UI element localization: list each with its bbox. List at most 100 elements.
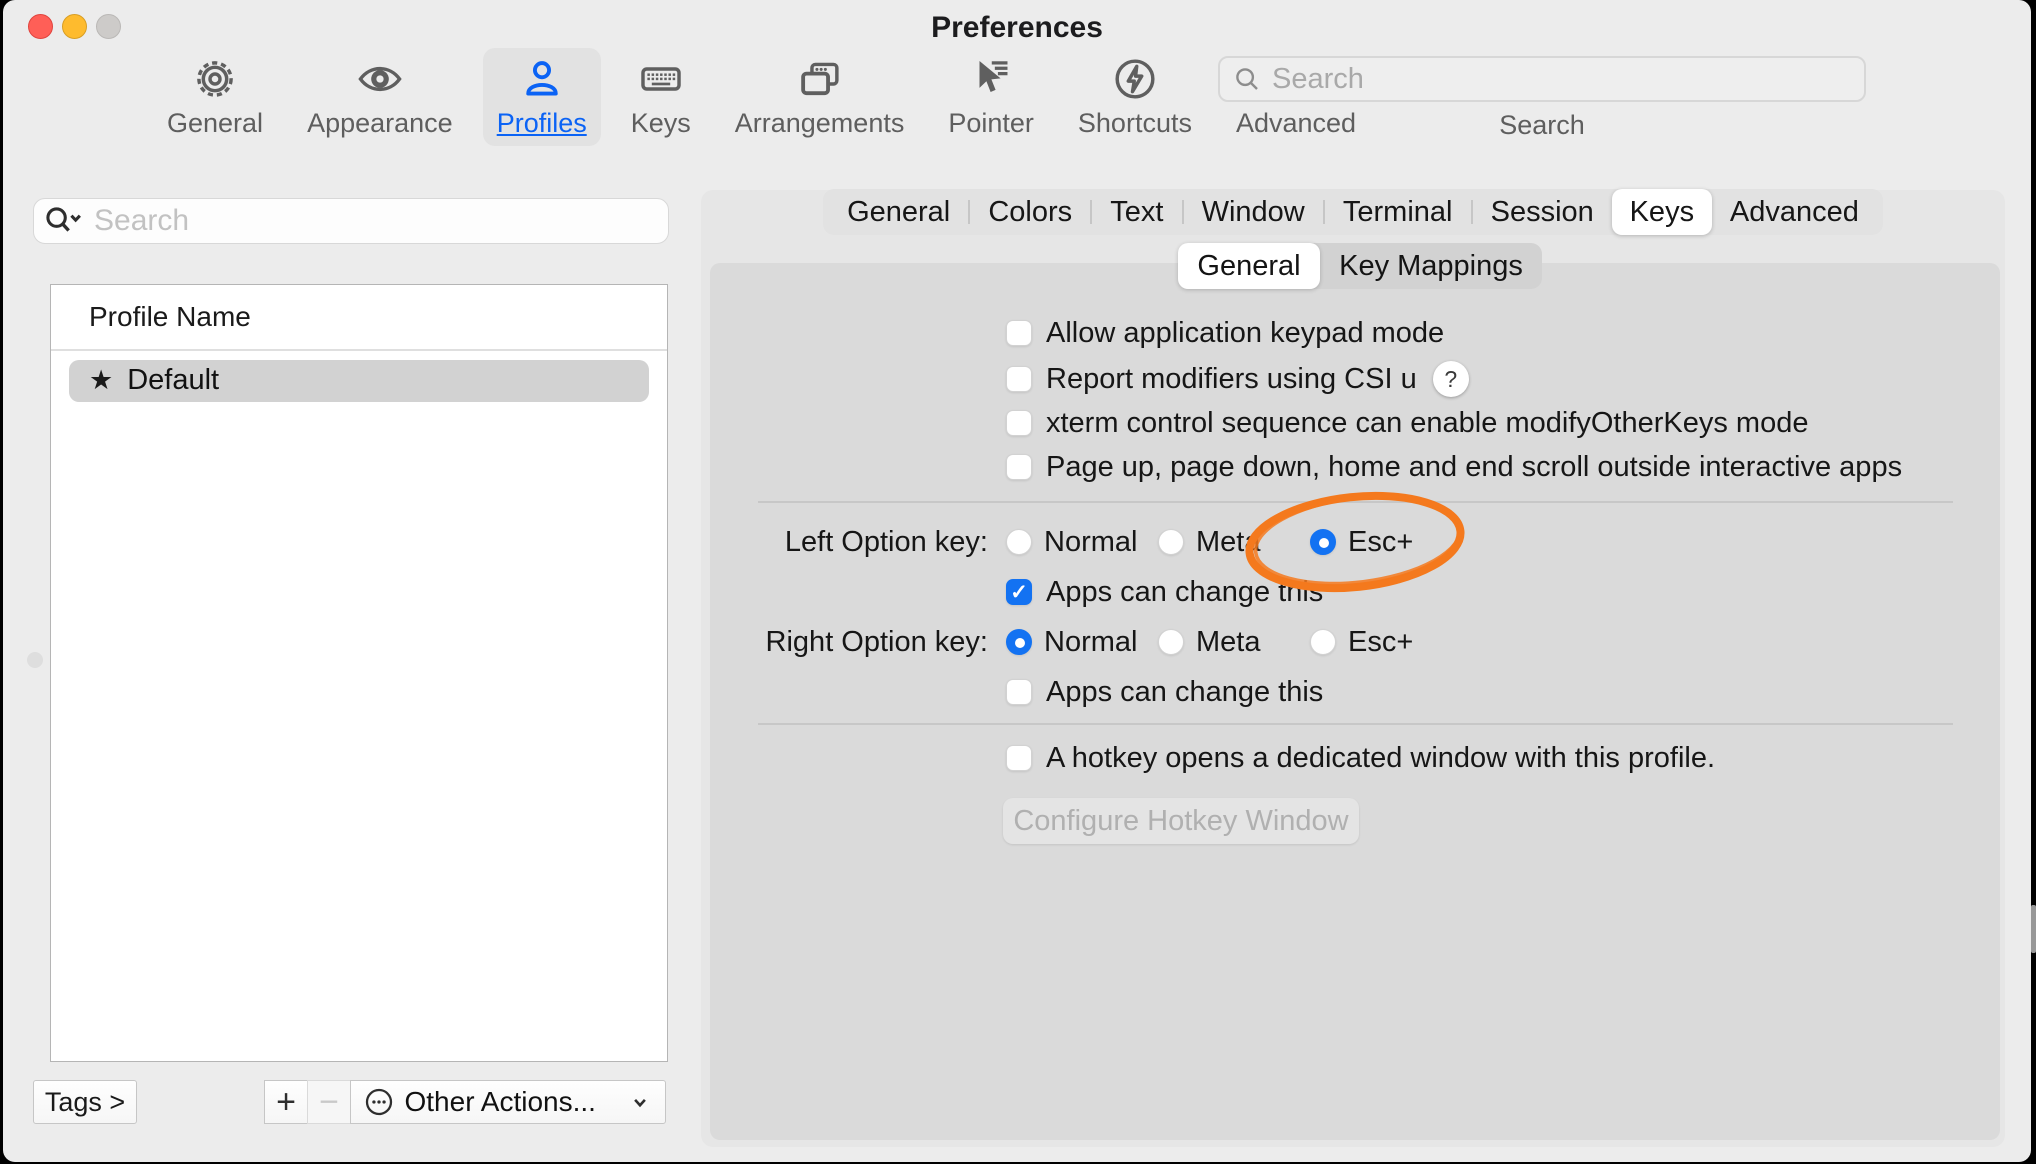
- chevron-down-icon: [627, 1089, 653, 1115]
- plus-icon: +: [276, 1083, 296, 1122]
- window-split-handle[interactable]: [27, 652, 43, 668]
- minus-icon: −: [319, 1083, 339, 1122]
- checkbox-label: Report modifiers using CSI u: [1046, 363, 1417, 396]
- profile-row-default[interactable]: ★ Default: [69, 360, 649, 402]
- remove-profile-button[interactable]: −: [307, 1080, 351, 1124]
- left-option-apps-change-checkbox[interactable]: [1006, 579, 1032, 605]
- checkbox-label: A hotkey opens a dedicated window with t…: [1046, 742, 1715, 775]
- checkbox-label: Page up, page down, home and end scroll …: [1046, 451, 1902, 484]
- right-option-esc-radio[interactable]: [1310, 629, 1336, 655]
- configure-hotkey-label: Configure Hotkey Window: [1013, 805, 1348, 838]
- windows-icon: [797, 56, 843, 102]
- search-scope-icon: [44, 204, 86, 238]
- toolbar-item-profiles[interactable]: Profiles: [483, 48, 601, 146]
- right-option-normal-radio[interactable]: [1006, 629, 1032, 655]
- checkbox-row: Page up, page down, home and end scroll …: [1006, 445, 1902, 489]
- preferences-toolbar: General Appearance Profiles: [153, 48, 1370, 146]
- checkbox-row: Apps can change this: [1006, 670, 1323, 714]
- ellipsis-circle-icon: [363, 1086, 395, 1118]
- right-option-radio-group: Normal Meta Esc+: [1006, 620, 1413, 664]
- profile-actions-cluster: + − Other Actions...: [265, 1080, 666, 1124]
- toolbar-item-appearance[interactable]: Appearance: [293, 48, 467, 146]
- checkbox-label: xterm control sequence can enable modify…: [1046, 407, 1808, 440]
- toolbar-search-placeholder: Search: [1272, 63, 1364, 96]
- toolbar-item-label: Keys: [631, 108, 691, 139]
- toolbar-item-label: Profiles: [497, 108, 587, 139]
- checkbox-label: Apps can change this: [1046, 676, 1323, 709]
- radio-label: Meta: [1196, 626, 1260, 659]
- toolbar-item-keys[interactable]: Keys: [617, 48, 705, 146]
- profile-search-placeholder: Search: [94, 204, 189, 238]
- help-button[interactable]: ?: [1433, 361, 1469, 397]
- checkbox-row: Apps can change this: [1006, 570, 1323, 614]
- tab-advanced[interactable]: Advanced: [1712, 189, 1877, 235]
- tab-text[interactable]: Text: [1092, 189, 1181, 235]
- tab-colors[interactable]: Colors: [970, 189, 1090, 235]
- profile-search-input[interactable]: Search: [33, 198, 669, 244]
- right-option-meta-radio[interactable]: [1158, 629, 1184, 655]
- left-option-key-label: Left Option key:: [758, 520, 988, 564]
- other-actions-label: Other Actions...: [405, 1086, 596, 1118]
- subtab-general[interactable]: General: [1178, 243, 1320, 289]
- toolbar-item-label: Arrangements: [735, 108, 905, 139]
- toolbar-item-label: General: [167, 108, 263, 139]
- right-option-key-label: Right Option key:: [758, 620, 988, 664]
- left-option-normal-radio[interactable]: [1006, 529, 1032, 555]
- list-header-divider: [51, 349, 667, 351]
- toolbar-item-pointer[interactable]: Pointer: [934, 48, 1048, 146]
- gear-icon: [192, 56, 238, 102]
- checkbox-label: Apps can change this: [1046, 576, 1323, 609]
- profile-tabbar: General Colors Text Window Terminal Sess…: [823, 189, 1883, 235]
- tab-keys[interactable]: Keys: [1612, 189, 1712, 235]
- right-option-apps-change-checkbox[interactable]: [1006, 679, 1032, 705]
- toolbar-item-label: Pointer: [948, 108, 1034, 139]
- other-actions-dropdown[interactable]: Other Actions...: [350, 1080, 666, 1124]
- screen: Preferences General Appearance: [0, 0, 2036, 1164]
- left-option-meta-radio[interactable]: [1158, 529, 1184, 555]
- checkbox-row: xterm control sequence can enable modify…: [1006, 401, 1808, 445]
- star-icon: ★: [89, 365, 113, 396]
- profile-list: Profile Name ★ Default: [50, 284, 668, 1062]
- radio-label: Esc+: [1348, 526, 1413, 559]
- checkbox-row: A hotkey opens a dedicated window with t…: [1006, 736, 1715, 780]
- tab-window[interactable]: Window: [1184, 189, 1323, 235]
- left-option-esc-radio[interactable]: [1310, 529, 1336, 555]
- section-divider: [758, 501, 1953, 503]
- toolbar-item-label: Appearance: [307, 108, 453, 139]
- toolbar-item-label: Shortcuts: [1078, 108, 1192, 139]
- tab-general[interactable]: General: [829, 189, 968, 235]
- toolbar-item-general[interactable]: General: [153, 48, 277, 146]
- radio-label: Meta: [1196, 526, 1260, 559]
- hotkey-window-checkbox[interactable]: [1006, 745, 1032, 771]
- keyboard-icon: [638, 56, 684, 102]
- toolbar-item-arrangements[interactable]: Arrangements: [721, 48, 919, 146]
- configure-hotkey-window-button[interactable]: Configure Hotkey Window: [1003, 798, 1359, 844]
- radio-label: Normal: [1044, 626, 1137, 659]
- page-scroll-checkbox[interactable]: [1006, 454, 1032, 480]
- section-divider: [758, 723, 1953, 725]
- left-option-radio-group: Normal Meta Esc+: [1006, 520, 1413, 564]
- checkbox-row: Report modifiers using CSI u ?: [1006, 357, 1469, 401]
- add-profile-button[interactable]: +: [264, 1080, 309, 1124]
- subtab-key-mappings[interactable]: Key Mappings: [1320, 243, 1542, 289]
- background-scrollbar-thumb: [2031, 905, 2036, 953]
- preferences-window: Preferences General Appearance: [3, 0, 2031, 1162]
- tags-button[interactable]: Tags >: [33, 1080, 137, 1124]
- toolbar-search-input[interactable]: Search: [1218, 56, 1866, 102]
- profile-list-header: Profile Name: [51, 285, 667, 349]
- modify-other-keys-checkbox[interactable]: [1006, 410, 1032, 436]
- tab-terminal[interactable]: Terminal: [1325, 189, 1471, 235]
- cursor-icon: [968, 56, 1014, 102]
- bolt-icon: [1112, 56, 1158, 102]
- checkbox-label: Allow application keypad mode: [1046, 317, 1444, 350]
- toolbar-item-shortcuts[interactable]: Shortcuts: [1064, 48, 1206, 146]
- keys-subtabbar: General Key Mappings: [1178, 243, 1542, 289]
- tab-session[interactable]: Session: [1473, 189, 1612, 235]
- eye-icon: [357, 56, 403, 102]
- toolbar-search-label: Search: [1218, 110, 1866, 141]
- csi-u-checkbox[interactable]: [1006, 366, 1032, 392]
- checkbox-row: Allow application keypad mode: [1006, 311, 1444, 355]
- allow-keypad-checkbox[interactable]: [1006, 320, 1032, 346]
- tags-button-label: Tags >: [45, 1087, 125, 1118]
- person-icon: [519, 56, 565, 102]
